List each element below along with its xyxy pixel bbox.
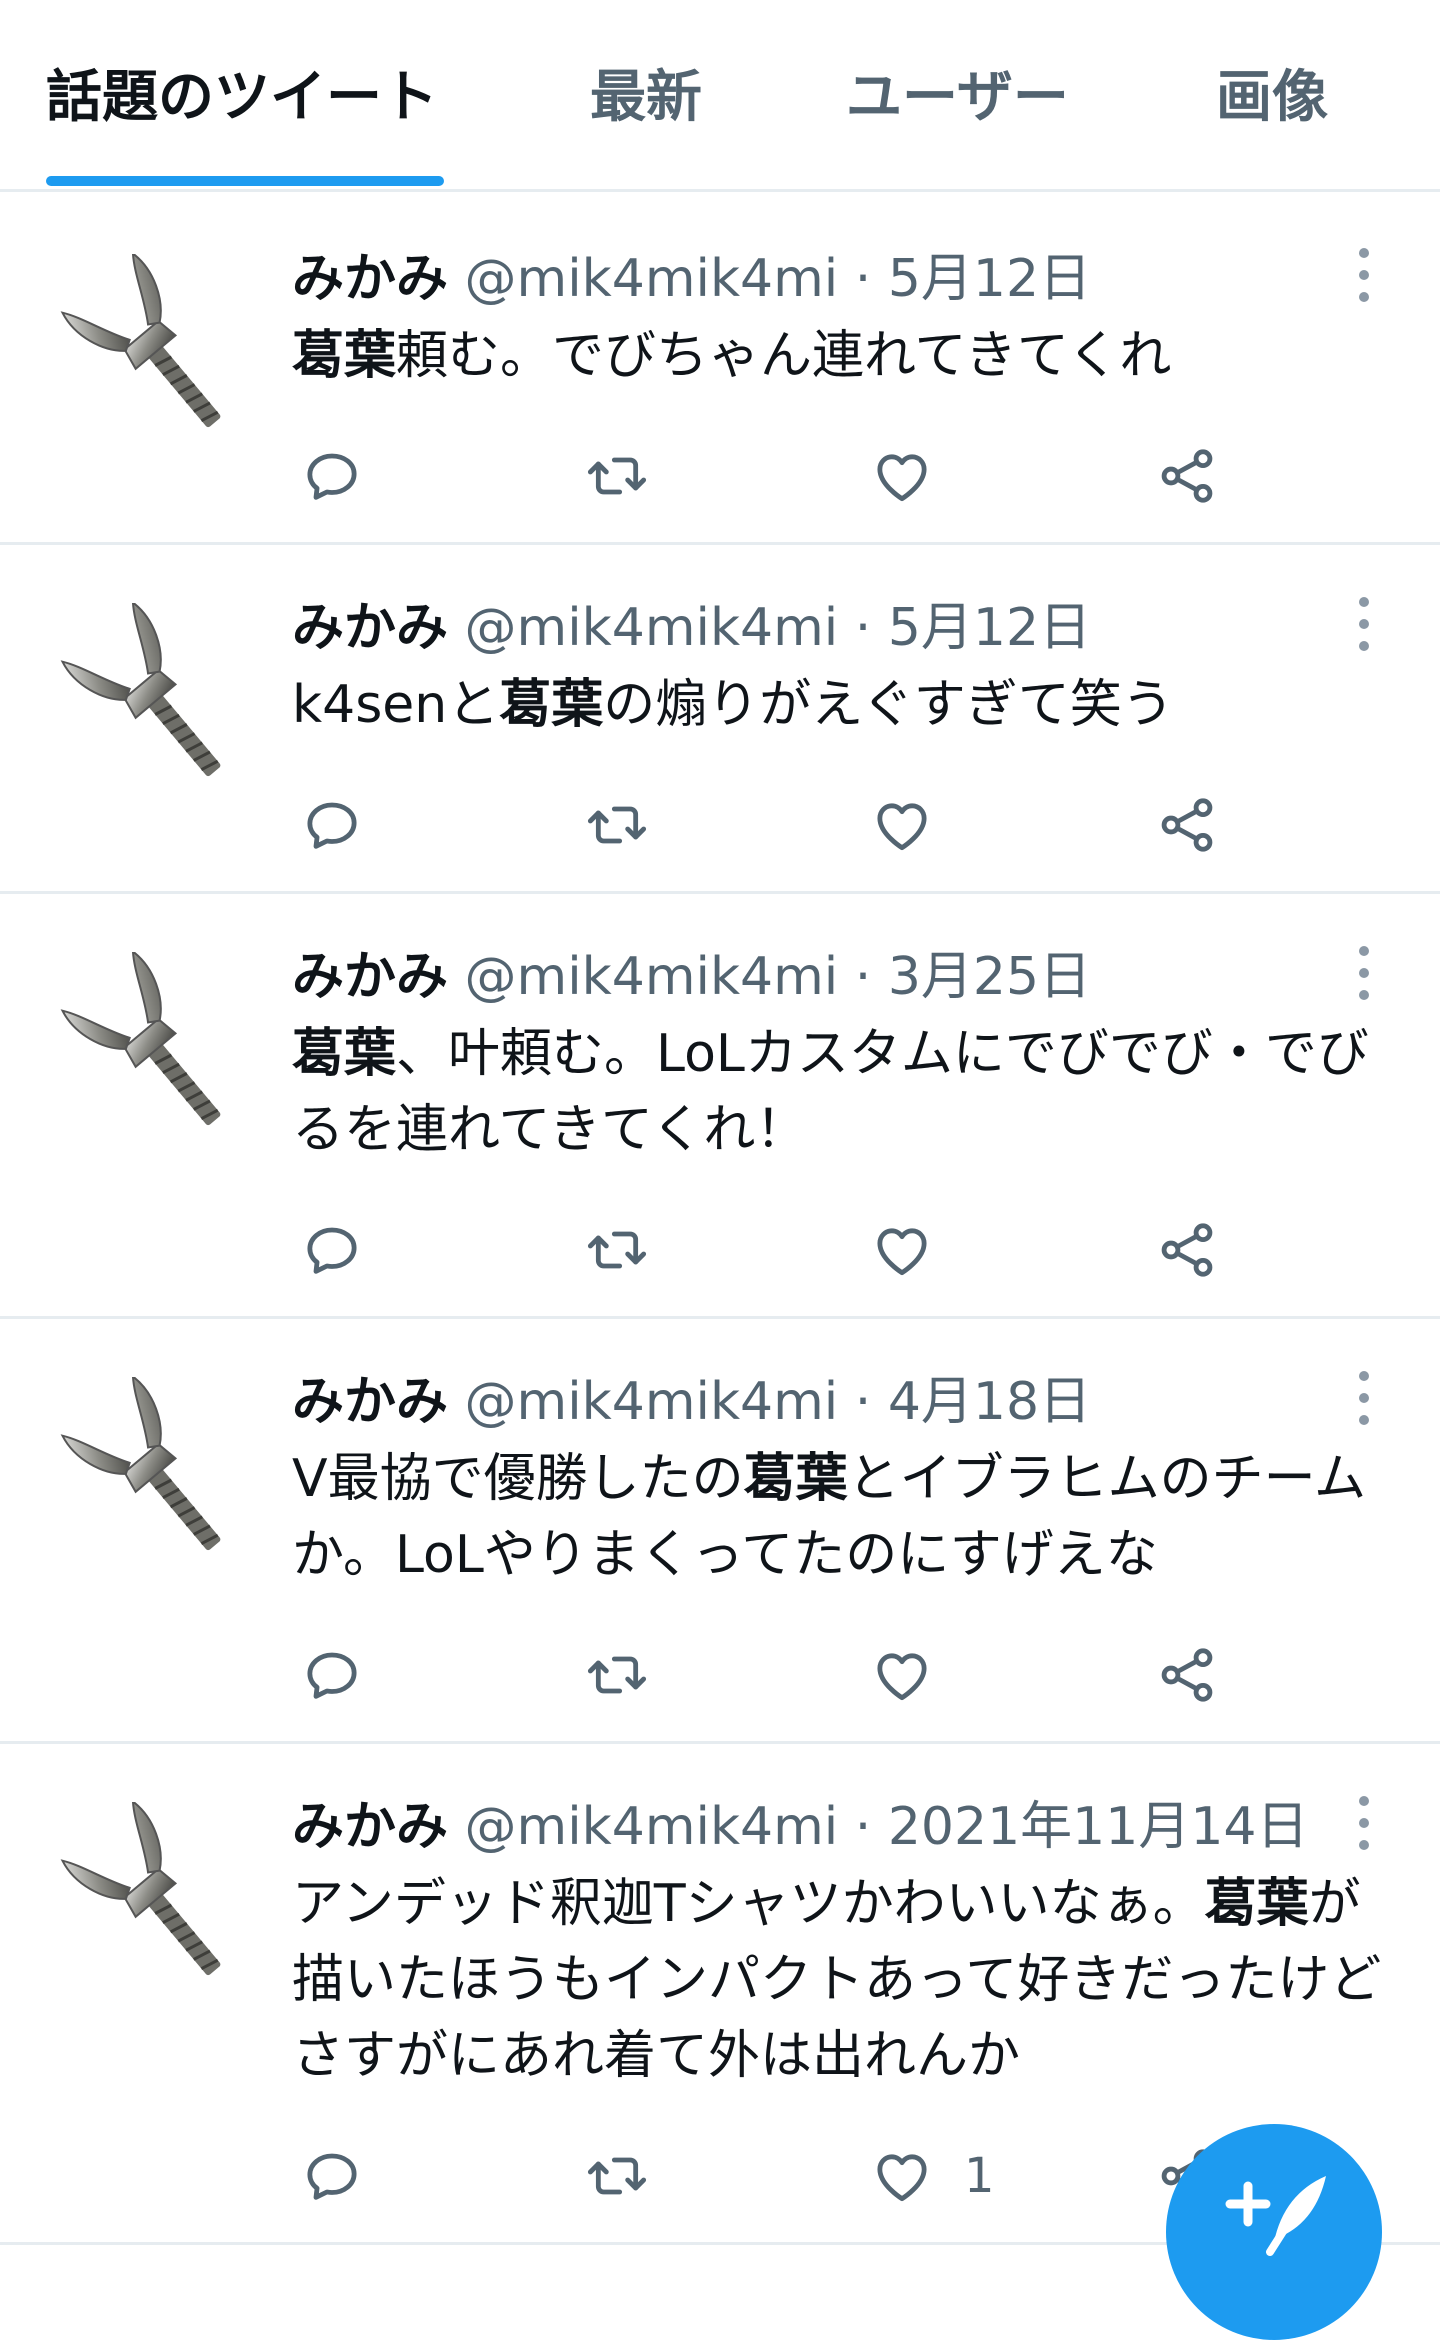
user-handle[interactable]: @mik4mik4mi xyxy=(465,1797,839,1857)
tweet-date[interactable]: 5月12日 xyxy=(888,249,1091,309)
tweet-item[interactable]: みかみ @mik4mik4mi · 5月12日 葛葉頼む。でびちゃん連れてきてくれ xyxy=(0,196,1440,545)
tweet-header: みかみ @mik4mik4mi · 5月12日 xyxy=(292,593,1091,663)
tweet-item[interactable]: みかみ @mik4mik4mi · 5月12日 k4senと葛葉の煽りがえぐすぎて… xyxy=(0,545,1440,894)
tweet-header: みかみ @mik4mik4mi · 4月18日 xyxy=(292,1367,1091,1437)
tweet-text-segment: 、叶頼む。LoLカスタムにでびでび・でびるを連れてきてくれ！ xyxy=(292,1024,1369,1160)
tweet-text-segment: V最協で優勝したの xyxy=(292,1449,744,1509)
user-handle[interactable]: @mik4mik4mi xyxy=(465,1372,839,1432)
separator-dot: · xyxy=(854,1372,872,1432)
more-icon[interactable] xyxy=(1348,944,1378,1004)
highlighted-keyword: 葛葉 xyxy=(499,675,604,735)
tweet-date[interactable]: 2021年11月14日 xyxy=(888,1797,1309,1857)
separator-dot: · xyxy=(854,598,872,658)
tweet-actions xyxy=(292,789,1252,859)
tab-top-tweets[interactable]: 話題のツイート xyxy=(46,58,438,138)
avatar[interactable] xyxy=(58,600,248,793)
highlighted-keyword: 葛葉 xyxy=(1204,1874,1309,1934)
display-name[interactable]: みかみ xyxy=(292,947,448,1007)
search-tabs: 話題のツイート 最新 ユーザー 画像 xyxy=(0,0,1440,192)
tweet-item[interactable]: みかみ @mik4mik4mi · 3月25日 葛葉、叶頼む。LoLカスタムにでび… xyxy=(0,894,1440,1319)
compose-icon xyxy=(1225,2176,1326,2256)
user-handle[interactable]: @mik4mik4mi xyxy=(465,947,839,1007)
more-icon[interactable] xyxy=(1348,595,1378,655)
tweet-text-segment: 頼む。でびちゃん連れてきてくれ xyxy=(396,326,1172,386)
tab-users[interactable]: ユーザー xyxy=(846,58,1069,138)
more-icon[interactable] xyxy=(1348,1794,1378,1854)
tweet-text: アンデッド釈迦Tシャツかわいいなぁ。葛葉が描いたほうもインパクトあって好きだった… xyxy=(292,1866,1402,2094)
tweet-text-segment: の煽りがえぐすぎて笑う xyxy=(603,675,1174,735)
active-tab-indicator xyxy=(46,176,444,186)
tweet-text: V最協で優勝したの葛葉とイブラヒムのチームか。LoLやりまくってたのにすげえな xyxy=(292,1441,1402,1593)
separator-dot: · xyxy=(854,249,872,309)
like-count: 1 xyxy=(964,2148,995,2204)
tweet-date[interactable]: 3月25日 xyxy=(888,947,1091,1007)
display-name[interactable]: みかみ xyxy=(292,598,448,658)
more-icon[interactable] xyxy=(1348,1369,1378,1429)
tweet-header: みかみ @mik4mik4mi · 5月12日 xyxy=(292,244,1091,314)
display-name[interactable]: みかみ xyxy=(292,1797,448,1857)
tweet-date[interactable]: 4月18日 xyxy=(888,1372,1091,1432)
tab-latest[interactable]: 最新 xyxy=(590,58,702,138)
highlighted-keyword: 葛葉 xyxy=(292,1024,397,1084)
avatar[interactable] xyxy=(58,251,248,444)
tweet-text: k4senと葛葉の煽りがえぐすぎて笑う xyxy=(292,667,1402,743)
compose-button[interactable] xyxy=(1166,2124,1382,2340)
tweet-actions: 1 xyxy=(292,2140,1252,2210)
tweet-text: 葛葉頼む。でびちゃん連れてきてくれ xyxy=(292,318,1402,394)
tweet-text: 葛葉、叶頼む。LoLカスタムにでびでび・でびるを連れてきてくれ！ xyxy=(292,1016,1402,1168)
tweet-header: みかみ @mik4mik4mi · 2021年11月14日 xyxy=(292,1792,1309,1862)
separator-dot: · xyxy=(854,1797,872,1857)
tab-images[interactable]: 画像 xyxy=(1216,58,1328,138)
tweet-actions xyxy=(292,440,1252,510)
display-name[interactable]: みかみ xyxy=(292,1372,448,1432)
avatar[interactable] xyxy=(58,1799,248,1992)
tweet-feed: みかみ @mik4mik4mi · 5月12日 葛葉頼む。でびちゃん連れてきてくれ… xyxy=(0,196,1440,2245)
avatar[interactable] xyxy=(58,949,248,1142)
user-handle[interactable]: @mik4mik4mi xyxy=(465,249,839,309)
highlighted-keyword: 葛葉 xyxy=(292,326,397,386)
separator-dot: · xyxy=(854,947,872,1007)
tweet-actions xyxy=(292,1639,1252,1709)
display-name[interactable]: みかみ xyxy=(292,249,448,309)
avatar[interactable] xyxy=(58,1374,248,1567)
user-handle[interactable]: @mik4mik4mi xyxy=(465,598,839,658)
tweet-header: みかみ @mik4mik4mi · 3月25日 xyxy=(292,942,1091,1012)
highlighted-keyword: 葛葉 xyxy=(743,1449,848,1509)
tweet-item[interactable]: みかみ @mik4mik4mi · 4月18日 V最協で優勝したの葛葉とイブラヒム… xyxy=(0,1319,1440,1744)
tweet-text-segment: k4senと xyxy=(292,675,500,735)
more-icon[interactable] xyxy=(1348,246,1378,306)
tweet-actions xyxy=(292,1214,1252,1284)
tweet-date[interactable]: 5月12日 xyxy=(888,598,1091,658)
tweet-text-segment: アンデッド釈迦Tシャツかわいいなぁ。 xyxy=(292,1874,1205,1934)
